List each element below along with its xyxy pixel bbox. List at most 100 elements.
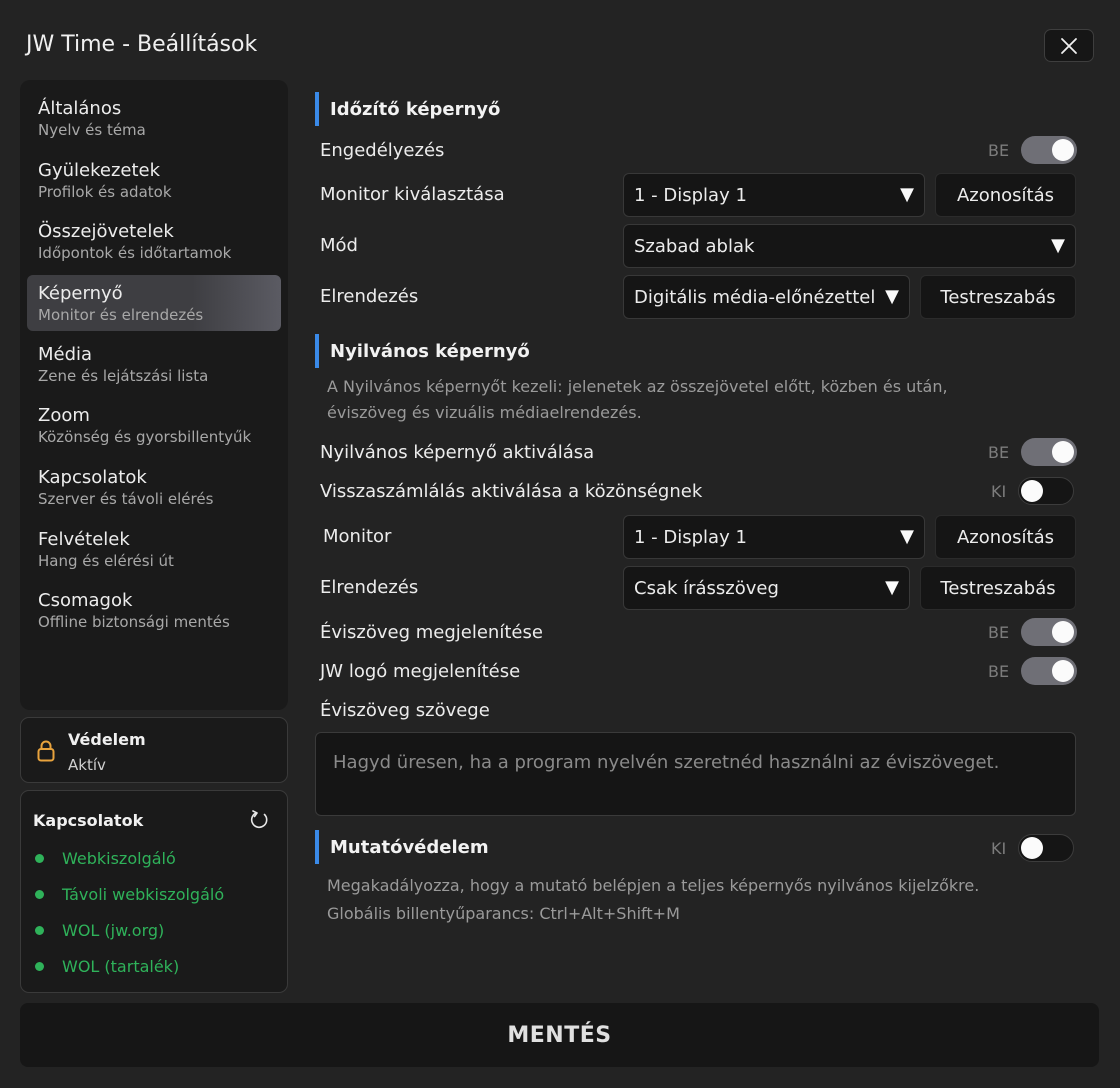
sidebar-item-sublabel: Nyelv és téma (38, 121, 146, 139)
sidebar-item-sublabel: Profilok és adatok (38, 182, 172, 201)
public-activate-toggle-row: BE (988, 438, 1078, 466)
select-value: 1 - Display 1 (634, 184, 747, 206)
logo-show-toggle[interactable] (1021, 657, 1078, 685)
sidebar-item-sublabel: Szerver és távoli elérés (38, 489, 214, 508)
yeartext-textarea[interactable]: Hagyd üresen, ha a program nyelvén szere… (315, 732, 1076, 816)
connection-label: WOL (tartalék) (62, 957, 180, 976)
description-line: éviszöveg és vizuális médiaelrendezés. (327, 403, 642, 422)
timer-monitor-select[interactable]: 1 - Display 1 ▼ (623, 173, 925, 217)
enable-toggle[interactable] (1021, 136, 1078, 164)
section-title: Mutatóvédelem (330, 836, 489, 858)
enable-toggle-row: BE (988, 136, 1078, 164)
description-line: Megakadályozza, hogy a mutató belépjen a… (327, 876, 980, 895)
select-value: 1 - Display 1 (634, 526, 747, 548)
public-layout-label: Elrendezés (320, 577, 419, 598)
section-accent-bar (315, 334, 319, 368)
toggle-knob (1052, 441, 1075, 463)
connection-label: WOL (jw.org) (62, 921, 165, 940)
toggle-state-text: BE (988, 442, 1010, 462)
section-accent-bar (315, 92, 319, 126)
sidebar-item-label: Kapcsolatok (38, 466, 147, 488)
sidebar-item-connections[interactable]: Kapcsolatok Szerver és távoli elérés (20, 459, 288, 521)
yeartext-show-label: Éviszöveg megjelenítése (320, 622, 543, 643)
select-value: Csak írásszöveg (634, 577, 779, 599)
sidebar-item-display[interactable]: Képernyő Monitor és elrendezés (27, 274, 281, 331)
toggle-state-text: BE (988, 661, 1010, 681)
protection-panel[interactable]: Védelem Aktív (20, 717, 288, 783)
close-button[interactable] (1044, 29, 1094, 62)
toggle-knob (1021, 837, 1044, 859)
monitor-select-label: Monitor kiválasztása (320, 184, 505, 205)
connection-status-item: WOL (jw.org) (35, 921, 164, 940)
sidebar-item-media[interactable]: Média Zene és lejátszási lista (20, 336, 288, 398)
yeartext-show-toggle-row: BE (988, 618, 1078, 646)
sidebar-item-recordings[interactable]: Felvételek Hang és elérési út (20, 521, 288, 583)
connection-status-item: Távoli webkiszolgáló (35, 885, 224, 904)
sidebar-item-sublabel: Zene és lejátszási lista (38, 366, 209, 385)
public-customize-button[interactable]: Testreszabás (920, 566, 1076, 610)
sidebar-item-label: Felvételek (38, 528, 130, 550)
public-identify-button[interactable]: Azonosítás (935, 515, 1076, 559)
select-value: Szabad ablak (634, 235, 755, 257)
section-header-pointer-protection: Mutatóvédelem (315, 830, 489, 864)
status-dot (35, 854, 44, 863)
section-title: Nyilvános képernyő (330, 340, 530, 362)
countdown-toggle-row: KI (991, 477, 1075, 505)
public-layout-select[interactable]: Csak írásszöveg ▼ (623, 566, 910, 610)
countdown-toggle[interactable] (1018, 477, 1075, 505)
sidebar-item-general[interactable]: Általános Nyelv és téma (20, 90, 288, 152)
toggle-knob (1052, 139, 1075, 161)
caret-down-icon: ▼ (885, 577, 899, 598)
title-bar: JW Time - Beállítások (0, 0, 1120, 80)
save-button[interactable]: MENTÉS (20, 1003, 1099, 1067)
connection-status-item: Webkiszolgáló (35, 849, 176, 868)
protection-status: Aktív (68, 756, 106, 774)
connection-label: Webkiszolgáló (62, 849, 176, 868)
sidebar-item-label: Gyülekezetek (38, 159, 161, 181)
section-title: Időzítő képernyő (330, 98, 501, 120)
sidebar-item-sublabel: Időpontok és időtartamok (38, 244, 232, 263)
logo-show-toggle-row: BE (988, 657, 1078, 685)
timer-customize-button[interactable]: Testreszabás (920, 275, 1076, 319)
toggle-state-text: BE (988, 140, 1010, 160)
enable-label: Engedélyezés (320, 140, 445, 161)
public-monitor-select[interactable]: 1 - Display 1 ▼ (623, 515, 925, 559)
sidebar-item-label: Összejövetelek (38, 221, 174, 243)
timer-layout-select[interactable]: Digitális média-előnézettel ▼ (623, 275, 910, 319)
mode-select[interactable]: Szabad ablak ▼ (623, 224, 1076, 268)
protection-title: Védelem (68, 730, 146, 749)
sidebar-item-sublabel: Hang és elérési út (38, 551, 174, 570)
refresh-icon[interactable] (248, 809, 270, 831)
pointer-protection-toggle[interactable] (1018, 834, 1075, 862)
sidebar-item-packages[interactable]: Csomagok Offline biztonsági mentés (20, 582, 288, 644)
sidebar-item-sublabel: Közönség és gyorsbillentyűk (38, 428, 252, 447)
public-activate-toggle[interactable] (1021, 438, 1078, 466)
toggle-state-text: KI (991, 838, 1007, 858)
description-line: Globális billentyűparancs: Ctrl+Alt+Shif… (327, 904, 680, 923)
sidebar-item-congregations[interactable]: Gyülekezetek Profilok és adatok (20, 152, 288, 214)
section-accent-bar (315, 830, 319, 864)
toggle-state-text: BE (988, 622, 1010, 642)
pointer-protection-description: Megakadályozza, hogy a mutató belépjen a… (327, 873, 979, 927)
countdown-label: Visszaszámlálás aktiválása a közönségnek (320, 481, 703, 502)
sidebar-item-label: Zoom (38, 405, 90, 427)
settings-sidebar: Általános Nyelv és téma Gyülekezetek Pro… (20, 80, 288, 710)
yeartext-show-toggle[interactable] (1021, 618, 1078, 646)
caret-down-icon: ▼ (900, 526, 914, 547)
sidebar-item-sublabel: Monitor és elrendezés (38, 305, 204, 324)
section-header-timer-screen: Időzítő képernyő (315, 92, 500, 126)
caret-down-icon: ▼ (900, 184, 914, 205)
timer-identify-button[interactable]: Azonosítás (935, 173, 1076, 217)
sidebar-item-meetings[interactable]: Összejövetelek Időpontok és időtartamok (20, 213, 288, 275)
sidebar-item-zoom[interactable]: Zoom Közönség és gyorsbillentyűk (20, 397, 288, 459)
toggle-knob (1052, 621, 1075, 643)
caret-down-icon: ▼ (885, 286, 899, 307)
settings-content: Időzítő képernyő Engedélyezés BE Monitor… (300, 80, 1100, 1000)
public-monitor-label: Monitor (323, 526, 392, 547)
section-header-public-screen: Nyilvános képernyő (315, 334, 530, 368)
logo-show-label: JW logó megjelenítése (320, 661, 521, 682)
toggle-state-text: KI (991, 481, 1007, 501)
sidebar-item-label: Média (38, 343, 93, 365)
connections-panel: Kapcsolatok Webkiszolgáló Távoli webkisz… (20, 790, 288, 993)
connection-status-item: WOL (tartalék) (35, 957, 179, 976)
